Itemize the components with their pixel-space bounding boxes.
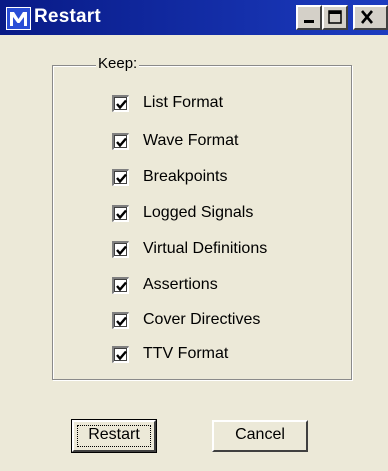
maximize-icon (328, 10, 342, 24)
minimize-button[interactable] (296, 5, 322, 30)
checkbox-label: Cover Directives (143, 311, 261, 328)
checkmark-icon (116, 281, 127, 291)
keep-group-label: Keep: (96, 54, 140, 74)
checkbox-assertions[interactable]: Assertions (112, 273, 218, 297)
checkmark-icon (116, 209, 127, 219)
checkbox-label: Logged Signals (143, 204, 254, 221)
checkmark-icon (116, 245, 127, 255)
checkbox-label: TTV Format (143, 345, 229, 362)
checkmark-icon (116, 173, 127, 183)
close-button[interactable] (353, 5, 388, 30)
checkbox-box[interactable] (112, 240, 129, 258)
checkbox-label: Breakpoints (143, 168, 228, 185)
checkbox-box[interactable] (112, 168, 129, 186)
restart-button[interactable]: Restart (71, 419, 157, 453)
checkbox-box[interactable] (112, 345, 129, 363)
checkbox-box[interactable] (112, 311, 129, 329)
checkbox-box[interactable] (112, 94, 129, 112)
checkbox-breakpoints[interactable]: Breakpoints (112, 165, 228, 189)
checkmark-icon (116, 99, 127, 109)
cancel-button[interactable]: Cancel (212, 420, 308, 452)
checkbox-ttv-format[interactable]: TTV Format (112, 342, 228, 366)
close-icon (361, 10, 373, 24)
checkbox-logged-signals[interactable]: Logged Signals (112, 201, 253, 225)
checkmark-icon (116, 350, 127, 360)
checkbox-label: Virtual Definitions (143, 240, 268, 257)
checkmark-icon (116, 316, 127, 326)
checkbox-wave-format[interactable]: Wave Format (112, 129, 238, 153)
maximize-button[interactable] (322, 5, 348, 30)
minimize-icon (304, 20, 314, 23)
checkbox-box[interactable] (112, 276, 129, 294)
cancel-button-label: Cancel (235, 426, 285, 443)
checkbox-label: List Format (143, 94, 224, 111)
checkbox-box[interactable] (112, 132, 129, 150)
window-title: Restart (34, 6, 101, 27)
checkbox-list-format[interactable]: List Format (112, 91, 223, 115)
checkbox-label: Assertions (143, 276, 218, 293)
restart-dialog: Restart Keep: List Format Wave Format Br… (0, 0, 388, 471)
restart-button-label: Restart (88, 426, 140, 443)
modelsim-m-icon[interactable] (6, 7, 31, 30)
checkmark-icon (116, 137, 127, 147)
checkbox-cover-directives[interactable]: Cover Directives (112, 308, 260, 332)
title-bar[interactable]: Restart (0, 0, 388, 35)
checkbox-label: Wave Format (143, 132, 239, 149)
checkbox-virtual-definitions[interactable]: Virtual Definitions (112, 237, 267, 261)
checkbox-box[interactable] (112, 204, 129, 222)
